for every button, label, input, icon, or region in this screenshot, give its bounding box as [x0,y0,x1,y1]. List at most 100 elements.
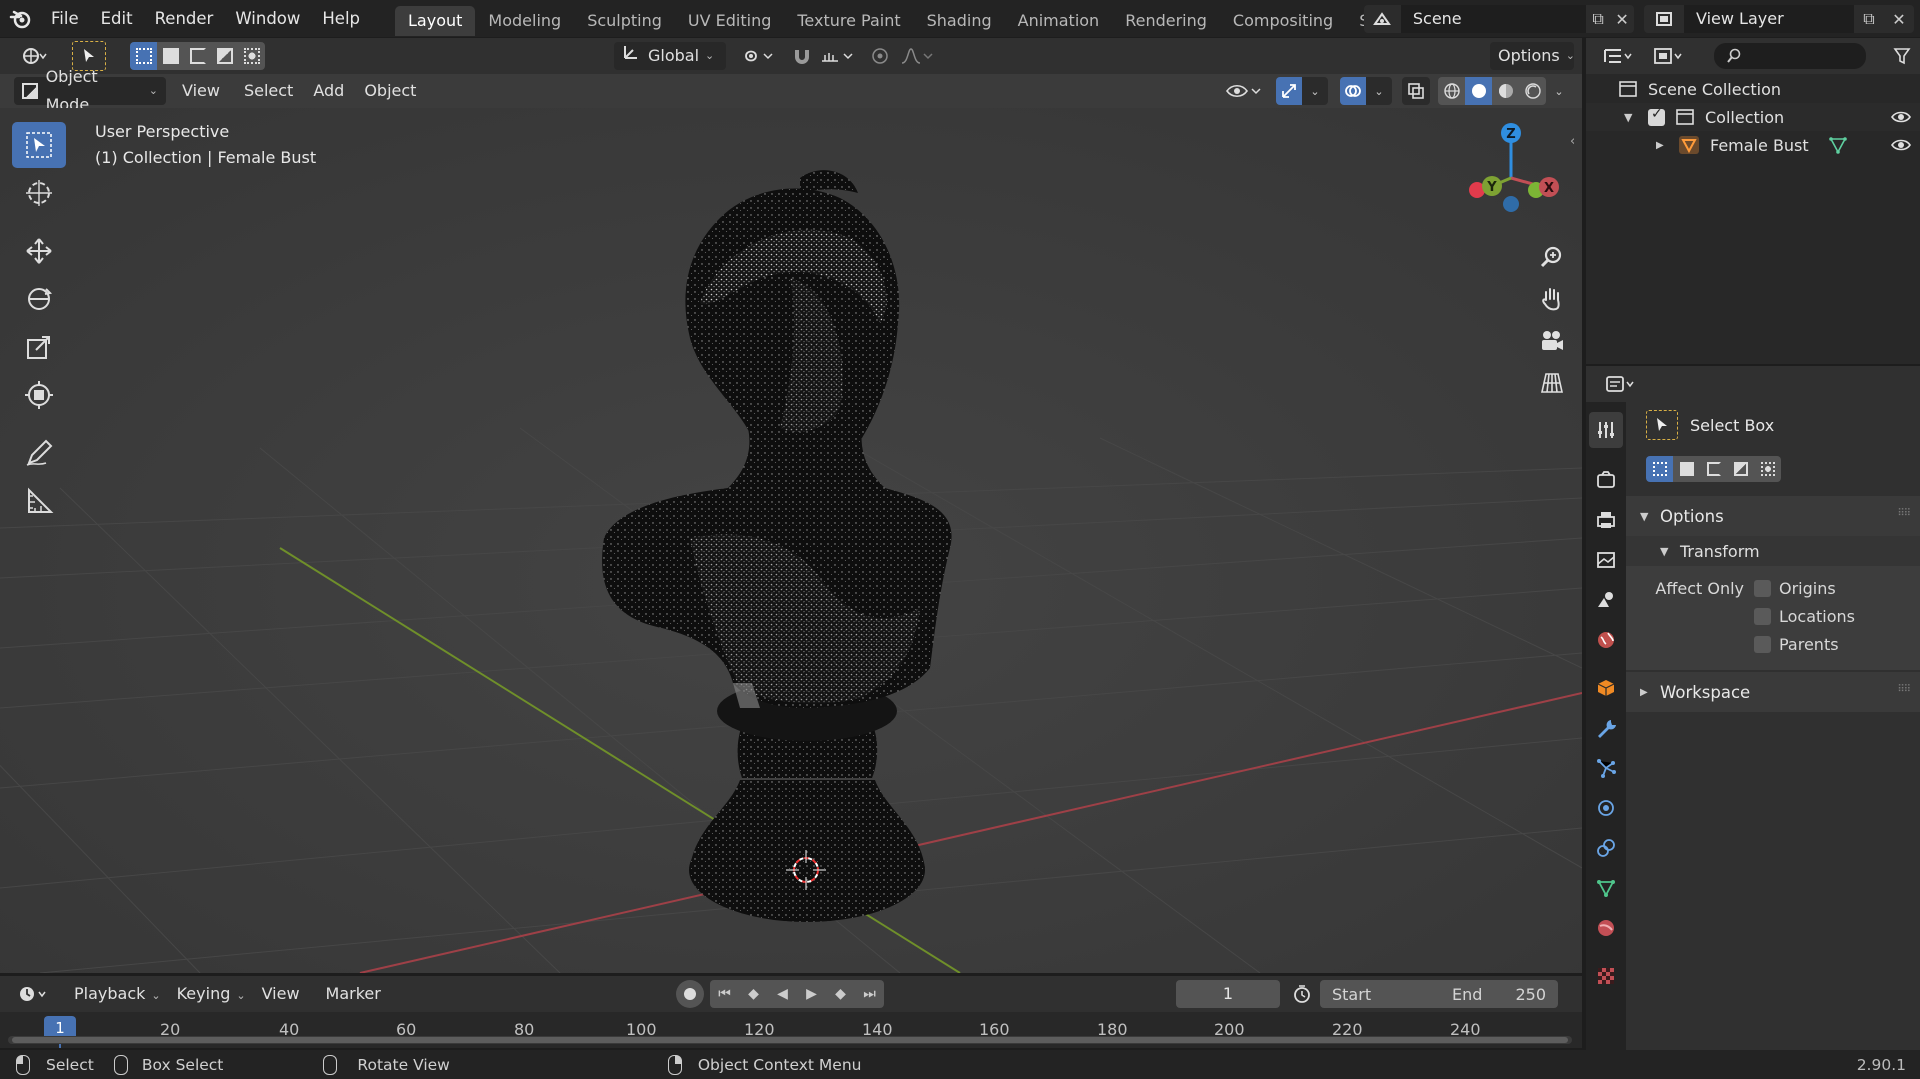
measure-tool[interactable] [12,478,66,524]
new-view-layer-icon[interactable]: ⧉ [1854,5,1884,33]
locations-checkbox[interactable] [1754,607,1771,625]
view-layer-selector[interactable]: View Layer ⧉ ✕ [1644,4,1920,34]
3d-viewport[interactable]: User Perspective (1) Collection | Female… [0,108,1582,973]
preview-range-icon[interactable] [1288,980,1316,1008]
mode-dropdown[interactable]: Object Mode ⌄ [14,67,166,114]
gizmo-toggle-icon[interactable] [1276,77,1302,105]
current-frame-field[interactable]: 1 [1176,980,1280,1008]
timeline-scroll-thumb[interactable] [12,1037,1568,1043]
close-view-layer-icon[interactable]: ✕ [1884,5,1914,33]
xray-toggle-icon[interactable] [1402,77,1430,105]
menu-playback[interactable]: Playback ⌄ [66,980,169,1008]
ortho-perspective-button[interactable] [1535,366,1569,400]
jump-start-icon[interactable]: ⏮ [710,980,739,1008]
snap-target-icon[interactable] [816,42,860,70]
outliner-editor-type-icon[interactable] [1598,42,1642,70]
wireframe-shading-icon[interactable] [1438,77,1465,105]
timeline-editor-type-icon[interactable] [12,980,56,1008]
tab-layout[interactable]: Layout [395,5,476,36]
options-dropdown[interactable]: Options ⌄ [1490,42,1575,70]
record-keyframe-icon[interactable] [676,980,704,1008]
jump-prev-keyframe-icon[interactable]: ◆ [739,980,768,1008]
pivot-point-icon[interactable] [736,42,782,70]
tab-view-layer[interactable] [1589,542,1623,578]
rotate-tool[interactable] [12,276,66,322]
overlays-toggle-icon[interactable] [1340,77,1366,105]
select-box-tool[interactable] [12,122,66,168]
drag-handle-icon[interactable]: ⠿⠿ [1897,508,1911,519]
transform-tool[interactable] [12,372,66,418]
select-mode-new-icon[interactable] [1646,456,1673,482]
zoom-button[interactable] [1535,240,1569,274]
view-layer-icon[interactable] [1644,5,1684,33]
gizmo-menu-chevron-icon[interactable]: ⌄ [1302,77,1328,105]
pan-button[interactable] [1535,282,1569,316]
tab-animation[interactable]: Animation [1005,6,1113,36]
menu-object[interactable]: Object [356,77,424,105]
blender-logo-icon[interactable] [0,0,40,37]
select-mode-subtract-icon[interactable] [1700,456,1727,482]
rendered-shading-icon[interactable] [1519,77,1546,105]
solid-shading-icon[interactable] [1465,77,1492,105]
select-box-tool-icon[interactable] [1646,410,1678,440]
tab-particles[interactable] [1589,750,1623,786]
scene-name-field[interactable]: Scene [1400,5,1587,33]
navigation-gizmo[interactable]: Z Y X [1457,118,1567,238]
eye-visibility-icon[interactable] [1890,109,1912,125]
new-scene-icon[interactable]: ⧉ [1586,5,1611,33]
tab-shading[interactable]: Shading [914,6,1005,36]
display-mode-icon[interactable] [1648,42,1692,70]
close-scene-icon[interactable]: ✕ [1610,5,1634,33]
origins-checkbox[interactable] [1754,579,1771,597]
move-tool[interactable] [12,228,66,274]
jump-end-icon[interactable]: ⏭ [855,980,884,1008]
expand-triangle-icon[interactable]: ▶ [1656,140,1672,151]
parents-checkbox[interactable] [1754,635,1771,653]
transform-subpanel-header[interactable]: ▼ Transform [1626,536,1920,566]
menu-window[interactable]: Window [224,0,311,37]
cursor-tool[interactable] [12,170,66,216]
tab-modifiers[interactable] [1589,710,1623,746]
snap-magnet-icon[interactable] [788,42,816,70]
tab-texture-paint[interactable]: Texture Paint [784,6,913,36]
menu-select[interactable]: Select [236,77,301,105]
properties-editor-type-icon[interactable] [1600,370,1644,398]
scene-selector[interactable]: Scene ⧉ ✕ [1364,4,1634,34]
select-mode-extend-icon[interactable] [157,42,184,70]
view-layer-name-field[interactable]: View Layer [1684,5,1854,33]
annotate-tool[interactable] [12,430,66,476]
material-preview-shading-icon[interactable] [1492,77,1519,105]
tab-render[interactable] [1589,462,1623,498]
outliner-row-scene-collection[interactable]: Scene Collection [1586,75,1920,103]
options-panel-header[interactable]: ▼ Options ⠿⠿ [1626,496,1920,536]
overlays-menu-chevron-icon[interactable]: ⌄ [1366,77,1392,105]
menu-render[interactable]: Render [144,0,225,37]
select-mode-intersect-icon[interactable] [1754,456,1781,482]
tab-material[interactable] [1589,910,1623,946]
scale-tool[interactable] [12,324,66,370]
outliner-row-female-bust[interactable]: ▶ Female Bust [1586,131,1920,159]
timeline-scrollbar[interactable] [8,1036,1572,1044]
menu-keying[interactable]: Keying ⌄ [169,980,254,1008]
tab-tool[interactable] [1589,412,1623,448]
tab-object-data[interactable] [1589,870,1623,906]
menu-edit[interactable]: Edit [90,0,144,37]
play-reverse-icon[interactable]: ◀ [768,980,797,1008]
falloff-curve-icon[interactable] [896,42,940,70]
menu-file[interactable]: File [40,0,90,37]
tab-physics[interactable] [1589,790,1623,826]
eye-visibility-icon[interactable] [1890,137,1912,153]
shading-menu-chevron-icon[interactable]: ⌄ [1548,77,1570,105]
menu-marker[interactable]: Marker [318,980,389,1008]
tab-sculpting[interactable]: Sculpting [574,6,675,36]
scene-icon[interactable] [1364,5,1401,33]
tab-compositing[interactable]: Compositing [1220,6,1346,36]
tab-modeling[interactable]: Modeling [475,6,574,36]
select-mode-invert-icon[interactable] [1727,456,1754,482]
proportional-edit-icon[interactable] [868,42,892,70]
drag-handle-icon[interactable]: ⠿⠿ [1897,684,1911,695]
sidebar-toggle-icon[interactable]: ‹ [1570,134,1575,149]
transform-orientation-dropdown[interactable]: Global ⌄ [614,42,726,70]
tab-uv-editing[interactable]: UV Editing [675,6,784,36]
end-frame-field[interactable]: End 250 [1440,980,1558,1008]
